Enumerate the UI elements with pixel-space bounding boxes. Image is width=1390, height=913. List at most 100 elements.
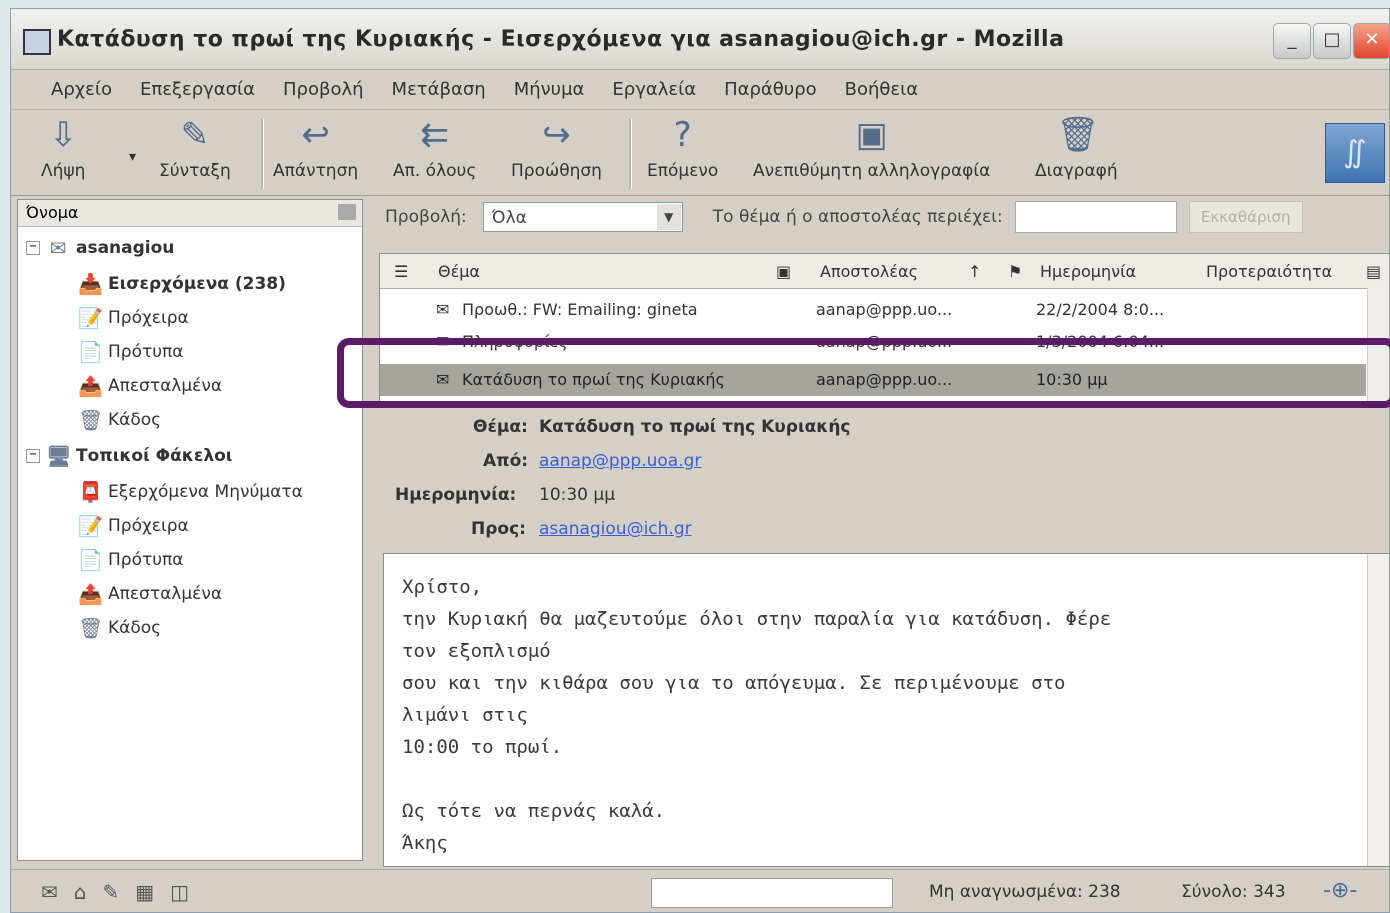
drafts-icon: 📝 xyxy=(78,306,103,330)
browser-icon[interactable]: ⌂ xyxy=(74,880,87,904)
folder-drafts[interactable]: 📝 Πρόχειρα xyxy=(78,306,189,330)
sent-icon: 📤 xyxy=(78,582,103,606)
junk-column-icon[interactable]: ▣ xyxy=(776,262,791,281)
chevron-down-icon[interactable]: ▼ xyxy=(656,204,681,230)
next-icon: ? xyxy=(673,115,692,155)
reply-icon: ↩ xyxy=(301,115,330,155)
collapse-icon[interactable]: − xyxy=(26,449,40,463)
clear-button[interactable]: Εκκαθάριση xyxy=(1188,201,1303,233)
message-row[interactable]: ✉ Προωθ.: FW: Emailing: gineta aanap@ppp… xyxy=(380,294,1366,326)
body-line: 10:00 το πρωί. xyxy=(402,736,563,758)
folder-sent[interactable]: 📤 Απεσταλμένα xyxy=(78,374,222,398)
folder-inbox[interactable]: 📥 Εισερχόμενα (238) xyxy=(78,272,286,296)
mail-icon[interactable]: ✉ xyxy=(41,880,58,904)
column-date[interactable]: Ημερομηνία xyxy=(1040,262,1136,281)
date-value: 10:30 μμ xyxy=(539,485,616,505)
compose-icon: ✎ xyxy=(180,115,210,155)
app-icon xyxy=(23,29,51,55)
window-title: Κατάδυση το πρωί της Κυριακής - Εισερχόμ… xyxy=(57,27,1065,52)
body-line: την Κυριακή θα μαζευτούμε όλοι στην παρα… xyxy=(402,608,1112,630)
subject-key: Θέμα: xyxy=(473,417,528,437)
compose-button[interactable]: ✎ Σύνταξη xyxy=(159,115,231,181)
templates-icon: 📄 xyxy=(78,548,103,572)
local-folder-drafts[interactable]: 📝 Πρόχειρα xyxy=(78,514,189,538)
view-select[interactable]: Όλα ▼ xyxy=(482,202,683,232)
reply-all-button[interactable]: ⇇ Απ. όλους xyxy=(393,115,476,181)
to-link[interactable]: asanagiou@ich.gr xyxy=(539,519,692,539)
main-toolbar: ⇩ Λήψη ▾ ✎ Σύνταξη ↩ Απάντηση ⇇ Απ. όλου… xyxy=(11,109,1389,196)
address-book-icon[interactable]: ▦ xyxy=(135,880,154,904)
from-link[interactable]: aanap@ppp.uoa.gr xyxy=(539,451,701,471)
forward-button[interactable]: ↪ Προώθηση xyxy=(511,115,602,181)
sent-icon: 📤 xyxy=(78,374,103,398)
menu-message[interactable]: Μήνυμα xyxy=(514,79,585,100)
flag-column-icon[interactable]: ⚑ xyxy=(1008,262,1022,281)
thread-column-icon[interactable]: ☰ xyxy=(394,262,408,281)
drafts-icon: 📝 xyxy=(78,514,103,538)
delete-button[interactable]: 🗑 Διαγραφή xyxy=(1035,115,1118,181)
search-label: Το θέμα ή ο αποστολέας περιέχει: xyxy=(712,207,1003,227)
get-mail-dropdown[interactable]: ▾ xyxy=(129,149,136,165)
local-folders[interactable]: − 🖥 Τοπικοί Φάκελοι xyxy=(26,444,232,468)
minimize-button[interactable]: _ xyxy=(1273,23,1311,59)
to-key: Προς: xyxy=(471,519,526,539)
toolbar-separator xyxy=(261,119,264,189)
menu-tools[interactable]: Εργαλεία xyxy=(612,79,696,100)
close-button[interactable]: ✕ xyxy=(1353,23,1389,59)
message-sender: aanap@ppp.uo... xyxy=(816,300,953,319)
search-input[interactable] xyxy=(1014,201,1177,233)
column-subject[interactable]: Θέμα xyxy=(438,262,480,281)
online-status-icon[interactable]: -⊕- xyxy=(1323,878,1357,903)
from-key: Από: xyxy=(483,451,529,471)
next-button[interactable]: ? Επόμενο xyxy=(647,115,718,181)
menu-window[interactable]: Παράθυρο xyxy=(724,79,817,100)
maximize-button[interactable]: □ xyxy=(1313,23,1351,59)
message-body-scrollbar[interactable] xyxy=(1367,554,1389,866)
local-folder-sent[interactable]: 📤 Απεσταλμένα xyxy=(78,582,222,606)
throbber-icon[interactable]: ∬ xyxy=(1325,123,1385,183)
junk-button[interactable]: ▣ Ανεπιθύμητη αλληλογραφία xyxy=(753,115,990,181)
menu-edit[interactable]: Επεξεργασία xyxy=(140,79,255,100)
get-mail-button[interactable]: ⇩ Λήψη xyxy=(41,115,85,181)
message-body[interactable]: Χρίστο, την Κυριακή θα μαζευτούμε όλοι σ… xyxy=(383,553,1389,867)
column-picker-icon[interactable]: ▤ xyxy=(1366,262,1381,281)
inbox-icon: 📥 xyxy=(78,272,103,296)
local-folder-templates[interactable]: 📄 Πρότυπα xyxy=(78,548,184,572)
outbox-icon: 📮 xyxy=(78,480,103,504)
body-line: σου και την κιθάρα σου για το απόγευμα. … xyxy=(402,672,1066,694)
column-picker-icon[interactable] xyxy=(338,204,356,220)
body-line: Άκης xyxy=(402,832,448,854)
trash-icon: 🗑 xyxy=(78,408,104,432)
menu-file[interactable]: Αρχείο xyxy=(51,79,112,100)
collapse-icon[interactable]: − xyxy=(26,241,40,255)
column-priority[interactable]: Προτεραιότητα xyxy=(1206,262,1332,281)
body-line: τον εξοπλισμό xyxy=(402,640,551,662)
composer-icon[interactable]: ✎ xyxy=(102,880,119,904)
folder-pane: Όνομα − ✉ asanagiou 📥 Εισερχόμενα (238) … xyxy=(17,199,363,861)
total-count: Σύνολο: 343 xyxy=(1181,882,1286,902)
reply-all-icon: ⇇ xyxy=(420,115,449,155)
read-column-icon[interactable]: ↑ xyxy=(968,262,981,281)
folder-templates[interactable]: 📄 Πρότυπα xyxy=(78,340,184,364)
account-asanagiou[interactable]: − ✉ asanagiou xyxy=(26,236,174,260)
local-folders-icon: 🖥 xyxy=(46,444,72,468)
account-label: asanagiou xyxy=(76,238,175,258)
menu-view[interactable]: Προβολή xyxy=(283,79,364,100)
unread-count: Μη αναγνωσμένα: 238 xyxy=(929,882,1121,902)
progress-meter xyxy=(651,878,893,908)
menu-go[interactable]: Μετάβαση xyxy=(392,79,486,100)
folder-pane-header-label: Όνομα xyxy=(26,203,79,222)
account-icon: ✉ xyxy=(49,236,67,260)
column-sender[interactable]: Αποστολέας xyxy=(820,262,918,281)
folder-pane-header[interactable]: Όνομα xyxy=(18,200,362,227)
menu-help[interactable]: Βοήθεια xyxy=(845,79,918,100)
pane-splitter[interactable] xyxy=(363,199,373,859)
chat-icon[interactable]: ◫ xyxy=(170,880,189,904)
folder-trash[interactable]: 🗑 Κάδος xyxy=(78,408,161,432)
local-folders-label: Τοπικοί Φάκελοι xyxy=(76,446,233,466)
message-header-pane: Θέμα: Κατάδυση το πρωί της Κυριακής Από:… xyxy=(379,409,1389,551)
body-line: Ως τότε να περνάς καλά. xyxy=(402,800,666,822)
local-folder-trash[interactable]: 🗑 Κάδος xyxy=(78,616,161,640)
folder-outbox[interactable]: 📮 Εξερχόμενα Μηνύματα xyxy=(78,480,303,504)
reply-button[interactable]: ↩ Απάντηση xyxy=(273,115,358,181)
